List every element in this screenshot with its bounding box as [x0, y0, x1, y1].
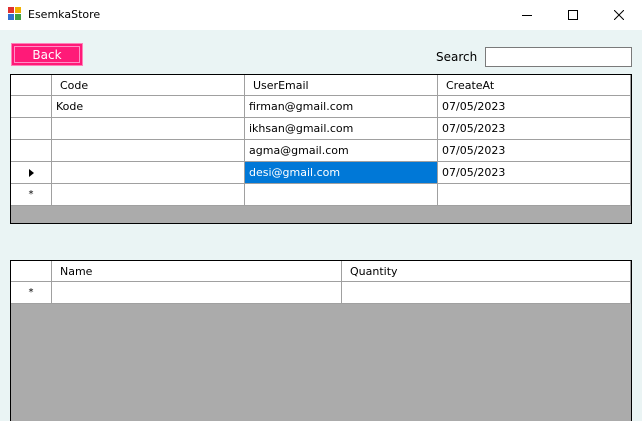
minimize-icon [522, 15, 532, 16]
cell-createat[interactable]: 07/05/2023 [438, 140, 631, 162]
orders-header-row: Code UserEmail CreateAt [11, 75, 631, 96]
table-row[interactable]: ikhsan@gmail.com 07/05/2023 [11, 118, 631, 140]
cell-createat[interactable]: 07/05/2023 [438, 96, 631, 118]
table-row[interactable]: agma@gmail.com 07/05/2023 [11, 140, 631, 162]
minimize-button[interactable] [504, 0, 550, 30]
column-header-code[interactable]: Code [52, 75, 245, 96]
corner-header-cell[interactable] [11, 75, 52, 96]
app-icon [8, 7, 22, 21]
maximize-icon [568, 10, 578, 20]
cell-useremail-selected[interactable]: desi@gmail.com [245, 162, 438, 184]
column-header-quantity[interactable]: Quantity [342, 261, 631, 282]
cell-code[interactable] [52, 184, 245, 206]
row-header[interactable]: * [11, 282, 52, 304]
cell-useremail[interactable]: ikhsan@gmail.com [245, 118, 438, 140]
cell-quantity[interactable] [342, 282, 631, 304]
window-title: EsemkaStore [28, 8, 101, 21]
orders-grid[interactable]: Code UserEmail CreateAt Kode firman@gmai… [10, 74, 632, 224]
cell-useremail[interactable]: firman@gmail.com [245, 96, 438, 118]
back-button-label: Back [14, 46, 80, 63]
row-header[interactable] [11, 140, 52, 162]
cell-createat[interactable]: 07/05/2023 [438, 118, 631, 140]
maximize-button[interactable] [550, 0, 596, 30]
cell-createat[interactable]: 07/05/2023 [438, 162, 631, 184]
cell-code[interactable] [52, 140, 245, 162]
cell-code[interactable] [52, 162, 245, 184]
table-row-current[interactable]: desi@gmail.com 07/05/2023 [11, 162, 631, 184]
new-row[interactable]: * [11, 184, 631, 206]
form-client-area: Back Search Code UserEmail CreateAt Kode… [0, 30, 642, 421]
row-header[interactable] [11, 96, 52, 118]
cell-code[interactable]: Kode [52, 96, 245, 118]
new-row[interactable]: * [11, 282, 631, 304]
table-row[interactable]: Kode firman@gmail.com 07/05/2023 [11, 96, 631, 118]
row-header[interactable] [11, 118, 52, 140]
details-header-row: Name Quantity [11, 261, 631, 282]
cell-name[interactable] [52, 282, 342, 304]
row-header[interactable]: * [11, 184, 52, 206]
current-row-arrow-icon [28, 168, 34, 177]
new-row-star-icon: * [28, 286, 34, 298]
close-icon [614, 10, 624, 20]
back-button[interactable]: Back [11, 43, 83, 66]
cell-useremail[interactable] [245, 184, 438, 206]
order-details-grid[interactable]: Name Quantity * [10, 260, 632, 421]
close-button[interactable] [596, 0, 642, 30]
search-input[interactable] [485, 47, 632, 67]
column-header-name[interactable]: Name [52, 261, 342, 282]
cell-code[interactable] [52, 118, 245, 140]
cell-createat[interactable] [438, 184, 631, 206]
corner-header-cell[interactable] [11, 261, 52, 282]
search-label: Search [436, 50, 478, 64]
cell-useremail[interactable]: agma@gmail.com [245, 140, 438, 162]
new-row-star-icon: * [28, 188, 34, 200]
column-header-createat[interactable]: CreateAt [438, 75, 631, 96]
row-header[interactable] [11, 162, 52, 184]
title-bar: EsemkaStore [0, 0, 642, 30]
column-header-useremail[interactable]: UserEmail [245, 75, 438, 96]
